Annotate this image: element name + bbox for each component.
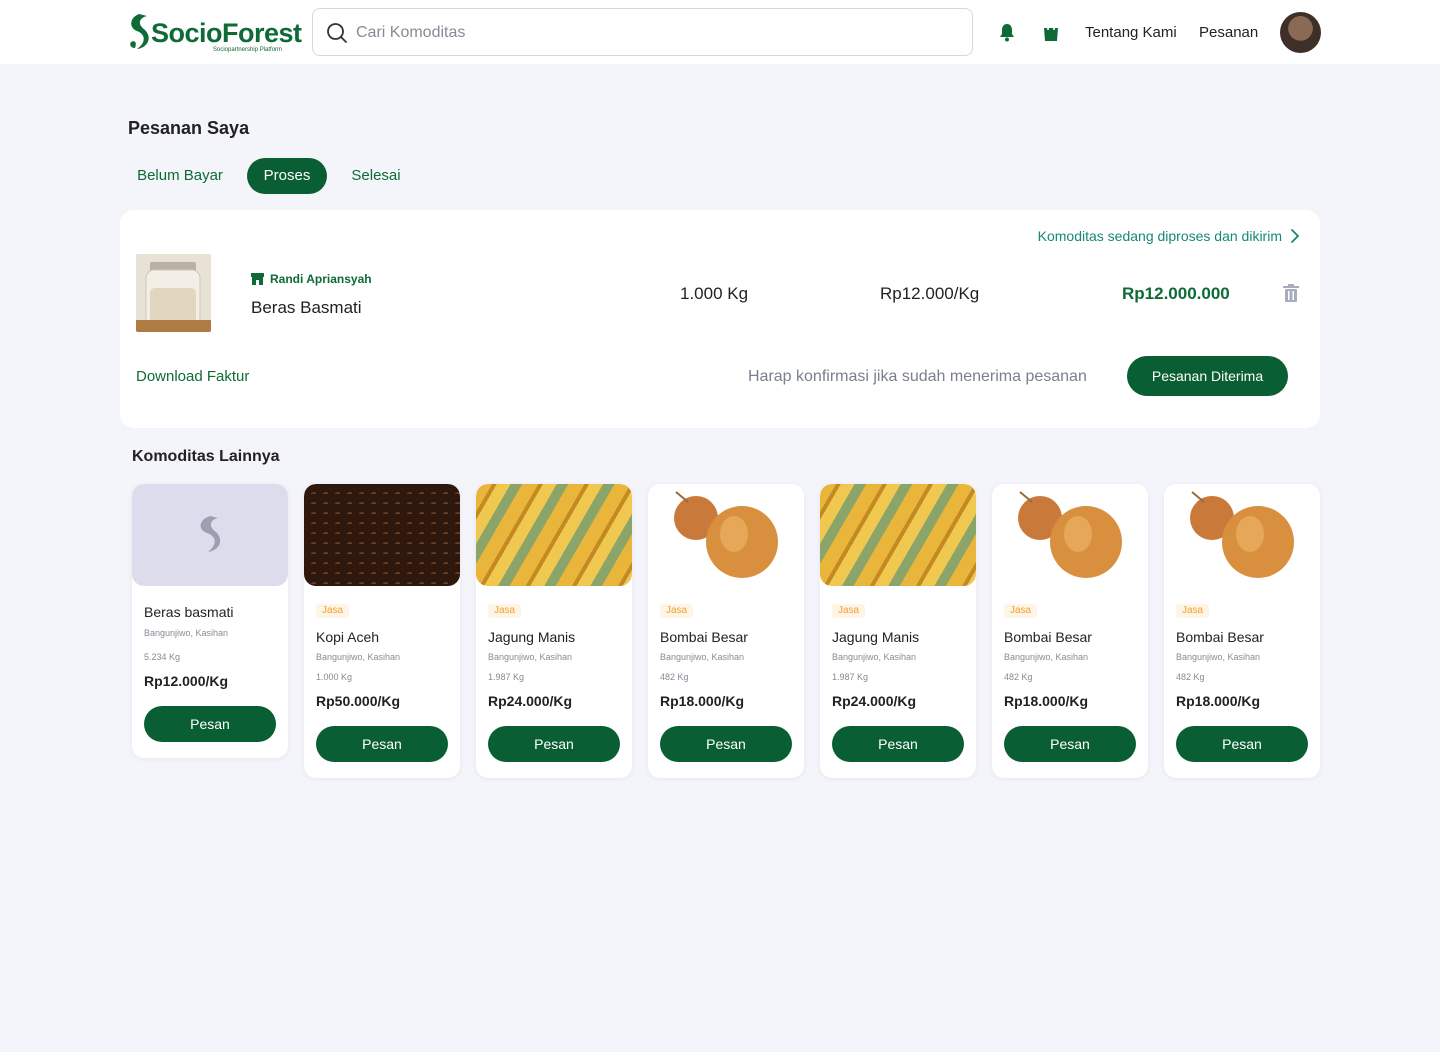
commodity-location: Bangunjiwo, Kasihan <box>1176 652 1261 662</box>
tab-belum-bayar[interactable]: Belum Bayar <box>128 158 232 194</box>
commodity-location: Bangunjiwo, Kasihan <box>832 652 917 662</box>
commodity-price: Rp24.000/Kg <box>488 693 573 709</box>
user-avatar[interactable] <box>1280 12 1321 53</box>
commodity-location: Bangunjiwo, Kasihan <box>316 652 401 662</box>
rice-jar-icon <box>136 254 211 332</box>
page-title: Pesanan Saya <box>128 118 250 138</box>
onion-icon <box>1018 491 1122 578</box>
onion-icon <box>1190 491 1294 578</box>
commodity-name: Bombai Besar <box>1176 629 1264 645</box>
order-button[interactable]: Pesan <box>316 726 448 762</box>
logo-tagline: Sociopartnership Platform <box>213 47 283 53</box>
commodity-stock: 482 Kg <box>1176 672 1205 682</box>
commodity-name: Kopi Aceh <box>316 629 380 645</box>
product-image <box>136 254 211 332</box>
onion-icon <box>674 491 778 578</box>
order-status-link[interactable]: Komoditas sedang diproses dan dikirim <box>1038 228 1300 244</box>
commodity-stock: 1.000 Kg <box>316 672 353 682</box>
order-card: Komoditas sedang diproses dan dikirim Ra… <box>120 210 1320 428</box>
order-button[interactable]: Pesan <box>488 726 620 762</box>
commodity-card[interactable]: Beras basmati Bangunjiwo, Kasihan 5.234 … <box>132 484 288 758</box>
chevron-right-icon <box>1291 229 1300 243</box>
seller-info[interactable]: Randi Apriansyah <box>251 272 372 286</box>
tab-selesai[interactable]: Selesai <box>342 158 410 194</box>
socioforest-logo[interactable]: SocioForest Sociopartnership Platform <box>125 12 302 56</box>
product-name: Beras Basmati <box>251 298 362 317</box>
tab-proses[interactable]: Proses <box>247 158 327 194</box>
confirm-hint-text: Harap konfirmasi jika sudah menerima pes… <box>748 368 1087 385</box>
order-button[interactable]: Pesan <box>832 726 964 762</box>
commodity-price: Rp12.000/Kg <box>144 673 229 689</box>
commodity-price: Rp18.000/Kg <box>660 693 745 709</box>
commodity-image-placeholder <box>132 484 288 586</box>
service-tag: Jasa <box>316 604 350 618</box>
bell-icon[interactable] <box>998 22 1016 42</box>
nav-link-orders[interactable]: Pesanan <box>1199 24 1258 41</box>
commodity-price: Rp18.000/Kg <box>1004 693 1089 709</box>
commodity-card[interactable]: Jasa Bombai Besar Bangunjiwo, Kasihan 48… <box>992 484 1148 778</box>
seller-name: Randi Apriansyah <box>270 272 372 286</box>
order-button[interactable]: Pesan <box>1004 726 1136 762</box>
order-button[interactable]: Pesan <box>144 706 276 742</box>
commodity-stock: 1.987 Kg <box>488 672 525 682</box>
commodity-stock: 5.234 Kg <box>144 652 181 662</box>
search-input[interactable] <box>356 19 946 47</box>
order-button[interactable]: Pesan <box>660 726 792 762</box>
commodity-location: Bangunjiwo, Kasihan <box>144 628 229 638</box>
commodity-name: Jagung Manis <box>832 629 920 645</box>
commodity-location: Bangunjiwo, Kasihan <box>1004 652 1089 662</box>
commodity-card[interactable]: Jasa Kopi Aceh Bangunjiwo, Kasihan 1.000… <box>304 484 460 778</box>
commodity-image-onion <box>1164 484 1320 586</box>
order-quantity: 1.000 Kg <box>680 284 749 303</box>
service-tag: Jasa <box>1004 604 1038 618</box>
logo-placeholder-icon <box>200 516 221 552</box>
commodity-stock: 482 Kg <box>660 672 689 682</box>
service-tag: Jasa <box>1176 604 1210 618</box>
commodity-image-onion <box>648 484 804 586</box>
commodity-name: Bombai Besar <box>660 629 748 645</box>
commodity-name: Bombai Besar <box>1004 629 1092 645</box>
commodity-price: Rp24.000/Kg <box>832 693 917 709</box>
commodity-name: Jagung Manis <box>488 629 576 645</box>
commodity-image-coffee <box>304 484 460 586</box>
order-received-button[interactable]: Pesanan Diterima <box>1127 356 1288 396</box>
commodity-location: Bangunjiwo, Kasihan <box>660 652 745 662</box>
commodity-card[interactable]: Jasa Bombai Besar Bangunjiwo, Kasihan 48… <box>1164 484 1320 778</box>
logo-wordmark: SocioForest <box>151 18 302 48</box>
commodity-image-onion <box>992 484 1148 586</box>
section-title-other-commodities: Komoditas Lainnya <box>132 448 280 465</box>
commodity-price: Rp50.000/Kg <box>316 693 401 709</box>
nav-link-about[interactable]: Tentang Kami <box>1085 24 1177 41</box>
service-tag: Jasa <box>488 604 522 618</box>
commodity-name: Beras basmati <box>144 604 234 620</box>
commodity-image-corn <box>820 484 976 586</box>
search-box <box>312 8 973 56</box>
commodity-card[interactable]: Jasa Jagung Manis Bangunjiwo, Kasihan 1.… <box>476 484 632 778</box>
commodity-stock: 482 Kg <box>1004 672 1033 682</box>
commodity-card[interactable]: Jasa Jagung Manis Bangunjiwo, Kasihan 1.… <box>820 484 976 778</box>
store-icon <box>251 273 264 285</box>
download-invoice-link[interactable]: Download Faktur <box>136 368 249 385</box>
top-navigation-bar: SocioForest Sociopartnership Platform Te… <box>0 0 1440 64</box>
search-icon[interactable] <box>326 22 348 44</box>
commodity-price: Rp18.000/Kg <box>1176 693 1261 709</box>
commodity-location: Bangunjiwo, Kasihan <box>488 652 573 662</box>
commodity-image-corn <box>476 484 632 586</box>
order-total: Rp12.000.000 <box>1122 284 1230 303</box>
order-status-text: Komoditas sedang diproses dan dikirim <box>1037 228 1282 244</box>
service-tag: Jasa <box>660 604 694 618</box>
order-button[interactable]: Pesan <box>1176 726 1308 762</box>
order-unit-price: Rp12.000/Kg <box>880 284 980 303</box>
trash-icon[interactable] <box>1283 284 1299 302</box>
logo-leaf-icon <box>130 14 149 49</box>
commodity-stock: 1.987 Kg <box>832 672 869 682</box>
service-tag: Jasa <box>832 604 866 618</box>
commodity-card[interactable]: Jasa Bombai Besar Bangunjiwo, Kasihan 48… <box>648 484 804 778</box>
shopping-bag-icon[interactable] <box>1042 22 1060 42</box>
